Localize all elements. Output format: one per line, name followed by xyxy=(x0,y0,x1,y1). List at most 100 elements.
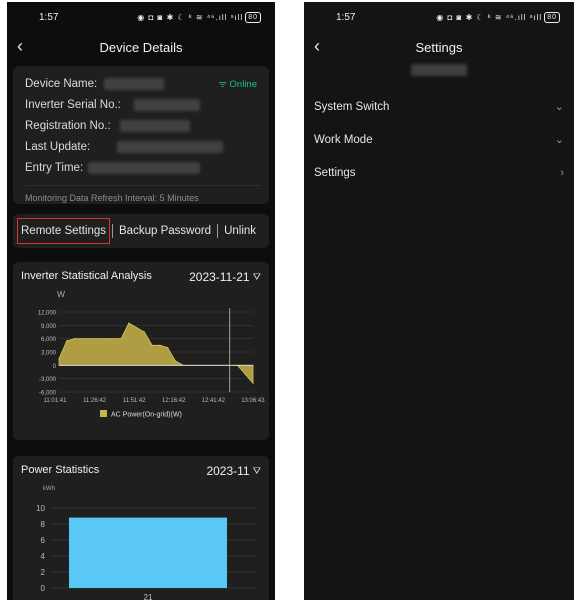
filter-icon[interactable]: ⛛ xyxy=(253,466,261,477)
data-point xyxy=(97,338,99,340)
bar xyxy=(69,517,227,588)
battery-icon: 80 xyxy=(245,11,261,23)
data-point xyxy=(151,344,153,346)
y-axis-unit: kWh xyxy=(43,486,55,492)
menu-label: System Switch xyxy=(314,100,390,113)
page-title: Settings xyxy=(415,39,463,55)
menu-work-mode[interactable]: Work Mode ⌄ xyxy=(304,123,574,156)
y-tick-label: 9,000 xyxy=(41,324,57,330)
statistical-analysis-card: Inverter Statistical Analysis 2023-11-21… xyxy=(13,262,269,440)
x-tick-label: 12:41:42 xyxy=(202,398,226,404)
data-point xyxy=(244,373,246,375)
chevron-right-icon: › xyxy=(560,166,564,179)
data-point xyxy=(120,338,122,340)
x-tick-label: 11:01:41 xyxy=(44,398,68,404)
redacted-value xyxy=(119,119,190,132)
device-details-screen: 1:57 ◉ ◘ ◙ ✱ ☾ ᵏ ≋ ⁴⁶.ıll ˢıll 80 ‹ Devi… xyxy=(7,2,275,600)
device-name-label: Device Name: xyxy=(25,78,98,90)
menu-settings[interactable]: Settings › xyxy=(304,156,574,189)
serial-row: Inverter Serial No.: xyxy=(25,95,261,116)
status-bar: 1:57 ◉ ◘ ◙ ✱ ☾ ᵏ ≋ ⁴⁶.ıll ˢıll 80 xyxy=(7,2,275,32)
power-statistics-card: Power Statistics 2023-11 ⛛ kWh 10 8 6 4 2 0 21 xyxy=(13,456,269,600)
y-tick-label: 12,000 xyxy=(38,311,57,317)
data-point xyxy=(66,340,68,342)
series-area xyxy=(58,322,254,385)
nav-bar: ‹ Settings xyxy=(304,32,574,62)
data-point xyxy=(58,358,60,360)
power-area-chart: W 12,000 9,000 6,000 3,000 0 -3,000 -6,00011:01… xyxy=(38,289,266,419)
legend-swatch xyxy=(100,410,107,417)
chevron-down-icon: ⌄ xyxy=(554,101,564,113)
redacted-value xyxy=(134,98,201,111)
remote-settings-button[interactable]: Remote Settings xyxy=(17,218,111,244)
legend-label: AC Power(On-grid)(W) xyxy=(111,412,182,419)
online-status: ᯤ Online xyxy=(218,74,257,95)
data-point xyxy=(89,338,91,340)
filter-icon[interactable]: ⛛ xyxy=(253,272,261,283)
y-tick-label: 0 xyxy=(41,584,46,593)
page-title: Device Details xyxy=(99,39,183,55)
wifi-icon: ᯤ xyxy=(218,79,227,90)
entry-time-row: Entry Time: xyxy=(25,158,261,179)
online-label: Online xyxy=(229,79,257,90)
y-tick-label: 4 xyxy=(41,552,46,561)
divider xyxy=(217,224,219,238)
status-bar: 1:57 ◉ ◘ ◙ ✱ ☾ ᵏ ≋ ⁴⁶.ıll ˢıll 80 xyxy=(304,2,574,32)
power-date: 2023-11 xyxy=(206,464,250,478)
registration-row: Registration No.: xyxy=(25,116,261,137)
settings-screen: 1:57 ◉ ◘ ◙ ✱ ☾ ᵏ ≋ ⁴⁶.ıll ˢıll 80 ‹ Sett… xyxy=(304,2,574,600)
signal-icons: ◉ ◘ ◙ ✱ ☾ ᵏ ≋ ⁴⁶.ıll ˢıll xyxy=(436,12,543,22)
serial-label: Inverter Serial No.: xyxy=(25,99,121,111)
analysis-date-picker[interactable]: 2023-11-21 ⛛ xyxy=(189,270,261,284)
entry-time-label: Entry Time: xyxy=(25,162,84,174)
divider xyxy=(112,224,114,238)
backup-password-button[interactable]: Backup Password xyxy=(115,221,215,241)
nav-bar: ‹ Device Details xyxy=(7,32,275,62)
data-point xyxy=(167,346,169,349)
menu-label: Work Mode xyxy=(314,133,373,146)
last-update-row: Last Update: xyxy=(25,137,261,158)
back-icon[interactable]: ‹ xyxy=(17,36,23,57)
data-point xyxy=(136,326,138,329)
y-tick-label: 10 xyxy=(36,504,45,513)
analysis-title: Inverter Statistical Analysis xyxy=(21,270,152,282)
data-point xyxy=(112,338,114,340)
data-point xyxy=(104,338,107,340)
data-point xyxy=(128,322,130,324)
y-tick-label: 8 xyxy=(41,520,46,529)
data-point xyxy=(159,344,161,346)
data-point xyxy=(252,382,254,384)
redacted-value xyxy=(88,161,201,174)
menu-label: Settings xyxy=(314,166,356,179)
y-axis-unit: W xyxy=(57,289,65,299)
registration-label: Registration No.: xyxy=(25,120,111,132)
last-update-label: Last Update: xyxy=(25,141,91,153)
redacted-device-name xyxy=(411,64,467,76)
unlink-button[interactable]: Unlink xyxy=(220,221,260,241)
redacted-value xyxy=(117,140,224,153)
status-icons: ◉ ◘ ◙ ✱ ☾ ᵏ ≋ ⁴⁶.ıll ˢıll 80 xyxy=(137,11,261,23)
data-point xyxy=(143,331,145,333)
power-title: Power Statistics xyxy=(21,464,100,476)
x-tick-label: 12:16:42 xyxy=(162,398,186,404)
power-date-picker[interactable]: 2023-11 ⛛ xyxy=(206,464,261,478)
y-tick-label: 2 xyxy=(41,568,46,577)
analysis-date: 2023-11-21 xyxy=(189,270,250,284)
data-point xyxy=(73,338,76,340)
menu-system-switch[interactable]: System Switch ⌄ xyxy=(304,90,574,123)
refresh-interval: Monitoring Data Refresh Interval: 5 Minu… xyxy=(25,193,199,203)
battery-icon: 80 xyxy=(544,11,560,23)
status-time: 1:57 xyxy=(336,11,356,23)
x-tick-label: 11:26:42 xyxy=(83,398,107,404)
power-bar-chart: kWh 10 8 6 4 2 0 21 xyxy=(36,486,257,600)
x-tick-label: 13:06:43 xyxy=(241,398,265,404)
redacted-value xyxy=(104,77,165,90)
chevron-down-icon: ⌄ xyxy=(554,134,564,146)
x-tick-label: 21 xyxy=(144,593,153,600)
signal-icons: ◉ ◘ ◙ ✱ ☾ ᵏ ≋ ⁴⁶.ıll ˢıll xyxy=(137,12,244,22)
y-tick-label: 0 xyxy=(53,364,57,370)
y-tick-label: 3,000 xyxy=(41,351,57,357)
data-point xyxy=(81,338,83,340)
status-time: 1:57 xyxy=(39,11,59,23)
back-icon[interactable]: ‹ xyxy=(314,36,320,57)
